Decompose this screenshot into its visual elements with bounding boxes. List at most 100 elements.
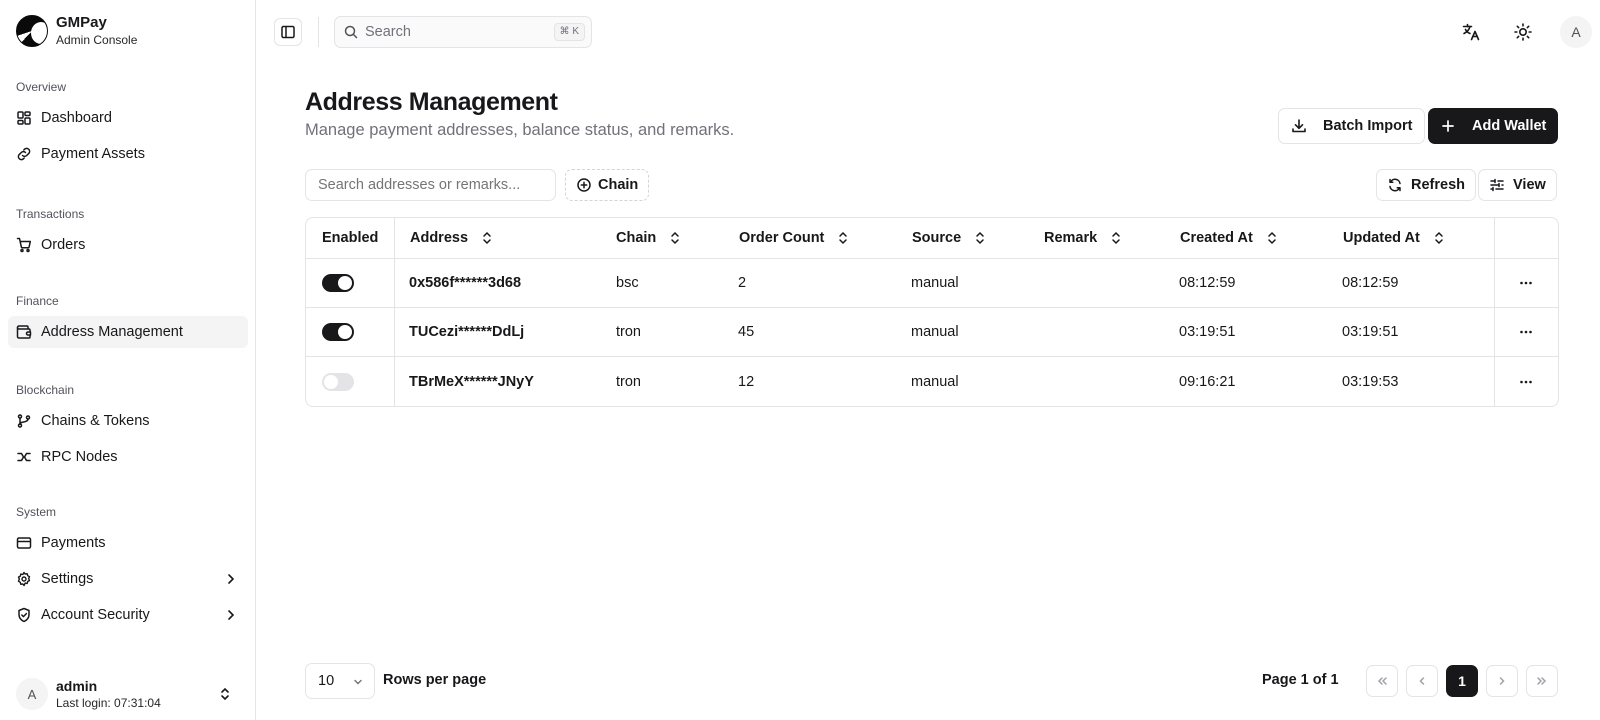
sort-icon [480,231,494,245]
view-options-button[interactable]: View [1478,169,1557,201]
plus-circle-icon [576,177,592,193]
header-label: Created At [1180,230,1253,246]
order-count-cell: 2 [738,275,747,291]
created-at-cell: 03:19:51 [1179,324,1236,340]
theme-toggle-button[interactable] [1511,20,1535,44]
nav-group-label: Transactions [16,207,85,221]
chevrons-left-icon [1375,674,1389,688]
nav-group-transactions: Transactions Orders [8,205,248,265]
page-info: Page 1 of 1 [1262,672,1339,688]
sidebar-item-label: Account Security [41,607,150,623]
source-cell: manual [911,324,959,340]
chevrons-right-icon [1535,674,1549,688]
last-page-button[interactable] [1526,665,1558,697]
header-order-count[interactable]: Order Count [739,218,850,258]
row-actions-button[interactable] [1514,320,1538,344]
sidebar-item-label: Orders [41,237,86,253]
link-icon [16,146,32,162]
dashboard-icon [16,110,32,126]
wallet-icon [16,324,32,340]
chevron-left-icon [1415,674,1429,688]
sidebar-item-label: Chains & Tokens [41,413,150,429]
sidebar-item-payment-assets[interactable]: Payment Assets [8,138,248,170]
header-label: Order Count [739,230,825,246]
credit-card-icon [16,535,32,551]
search-shortcut: ⌘ K [553,23,585,41]
plus-icon [1440,118,1456,134]
git-branch-icon [16,413,32,429]
chevron-right-icon [1495,674,1509,688]
sidebar-item-account-security[interactable]: Account Security [8,599,248,631]
header-label: Address [410,230,469,246]
gear-icon [16,571,32,587]
header-remark[interactable]: Remark [1044,218,1123,258]
chain-filter-label: Chain [598,177,639,193]
sidebar-item-dashboard[interactable]: Dashboard [8,102,248,134]
first-page-button[interactable] [1366,665,1398,697]
header-chain[interactable]: Chain [616,218,682,258]
updated-at-cell: 08:12:59 [1342,275,1399,291]
header-label: Updated At [1343,230,1420,246]
toggle-knob [338,325,352,339]
sidebar-item-settings[interactable]: Settings [8,563,248,595]
header-source[interactable]: Source [912,218,987,258]
nav-group-label: Finance [16,294,59,308]
brand-subtitle: Admin Console [56,33,138,47]
search-input[interactable]: Search ⌘ K [334,16,592,48]
page-title: Address Management [305,88,558,116]
sidebar-item-address-management[interactable]: Address Management [8,316,248,348]
header-label: Source [912,230,962,246]
header-created-at[interactable]: Created At [1180,218,1279,258]
sidebar-item-orders[interactable]: Orders [8,229,248,261]
order-count-cell: 45 [738,324,755,340]
sidebar-item-payments[interactable]: Payments [8,527,248,559]
enabled-toggle[interactable] [322,274,354,292]
chain-cell: tron [616,373,641,390]
nav-group-blockchain: Blockchain Chains & Tokens RPC Nodes [8,381,248,477]
sidebar-toggle-button[interactable] [274,18,302,46]
chevron-right-icon [224,608,238,622]
chain-filter-button[interactable]: Chain [565,169,650,201]
language-button[interactable] [1459,20,1483,44]
sidebar-item-rpc-nodes[interactable]: RPC Nodes [8,441,248,473]
sidebar-item-label: Address Management [41,324,183,340]
table-header-row: Enabled Address Chain Order Count Source… [306,218,1558,259]
profile-avatar-button[interactable]: A [1560,16,1592,48]
sidebar-item-chains-tokens[interactable]: Chains & Tokens [8,405,248,437]
next-page-button[interactable] [1486,665,1518,697]
panel-left-icon [280,24,296,40]
cable-icon [16,449,32,465]
address-cell: 0x586f******3d68 [409,275,522,291]
sort-icon [836,231,850,245]
previous-page-button[interactable] [1406,665,1438,697]
header-updated-at[interactable]: Updated At [1343,218,1446,258]
address-search-input[interactable] [305,169,556,201]
header-address[interactable]: Address [410,218,494,258]
address-cell: TBrMeX******JNyY [409,373,534,390]
row-actions-button[interactable] [1514,271,1538,295]
refresh-button[interactable]: Refresh [1376,169,1476,201]
batch-import-button[interactable]: Batch Import [1278,108,1426,144]
search-icon [343,24,359,40]
sidebar: GMPay Admin Console Overview Dashboard P… [0,0,256,720]
user-name: admin [56,677,98,694]
enabled-toggle[interactable] [322,372,354,391]
brand[interactable]: GMPay Admin Console [16,14,137,48]
translate-icon [1461,22,1481,42]
user-menu[interactable]: A admin Last login: 07:31:04 [16,676,240,712]
sort-icon [668,231,682,245]
rows-per-page-select[interactable]: 10 [305,663,375,699]
chevrons-up-down-icon [218,687,232,701]
shield-check-icon [16,607,32,623]
updated-at-cell: 03:19:51 [1342,324,1399,340]
enabled-toggle[interactable] [322,323,354,341]
view-label: View [1513,177,1546,193]
sort-icon [1109,231,1123,245]
add-wallet-button[interactable]: Add Wallet [1428,108,1559,144]
row-actions-button[interactable] [1514,370,1538,394]
chevron-down-icon [352,676,364,688]
sort-icon [1265,231,1279,245]
created-at-cell: 08:12:59 [1179,275,1236,291]
nav-group-overview: Overview Dashboard Payment Assets [8,78,248,174]
page-1-button[interactable]: 1 [1446,665,1478,697]
